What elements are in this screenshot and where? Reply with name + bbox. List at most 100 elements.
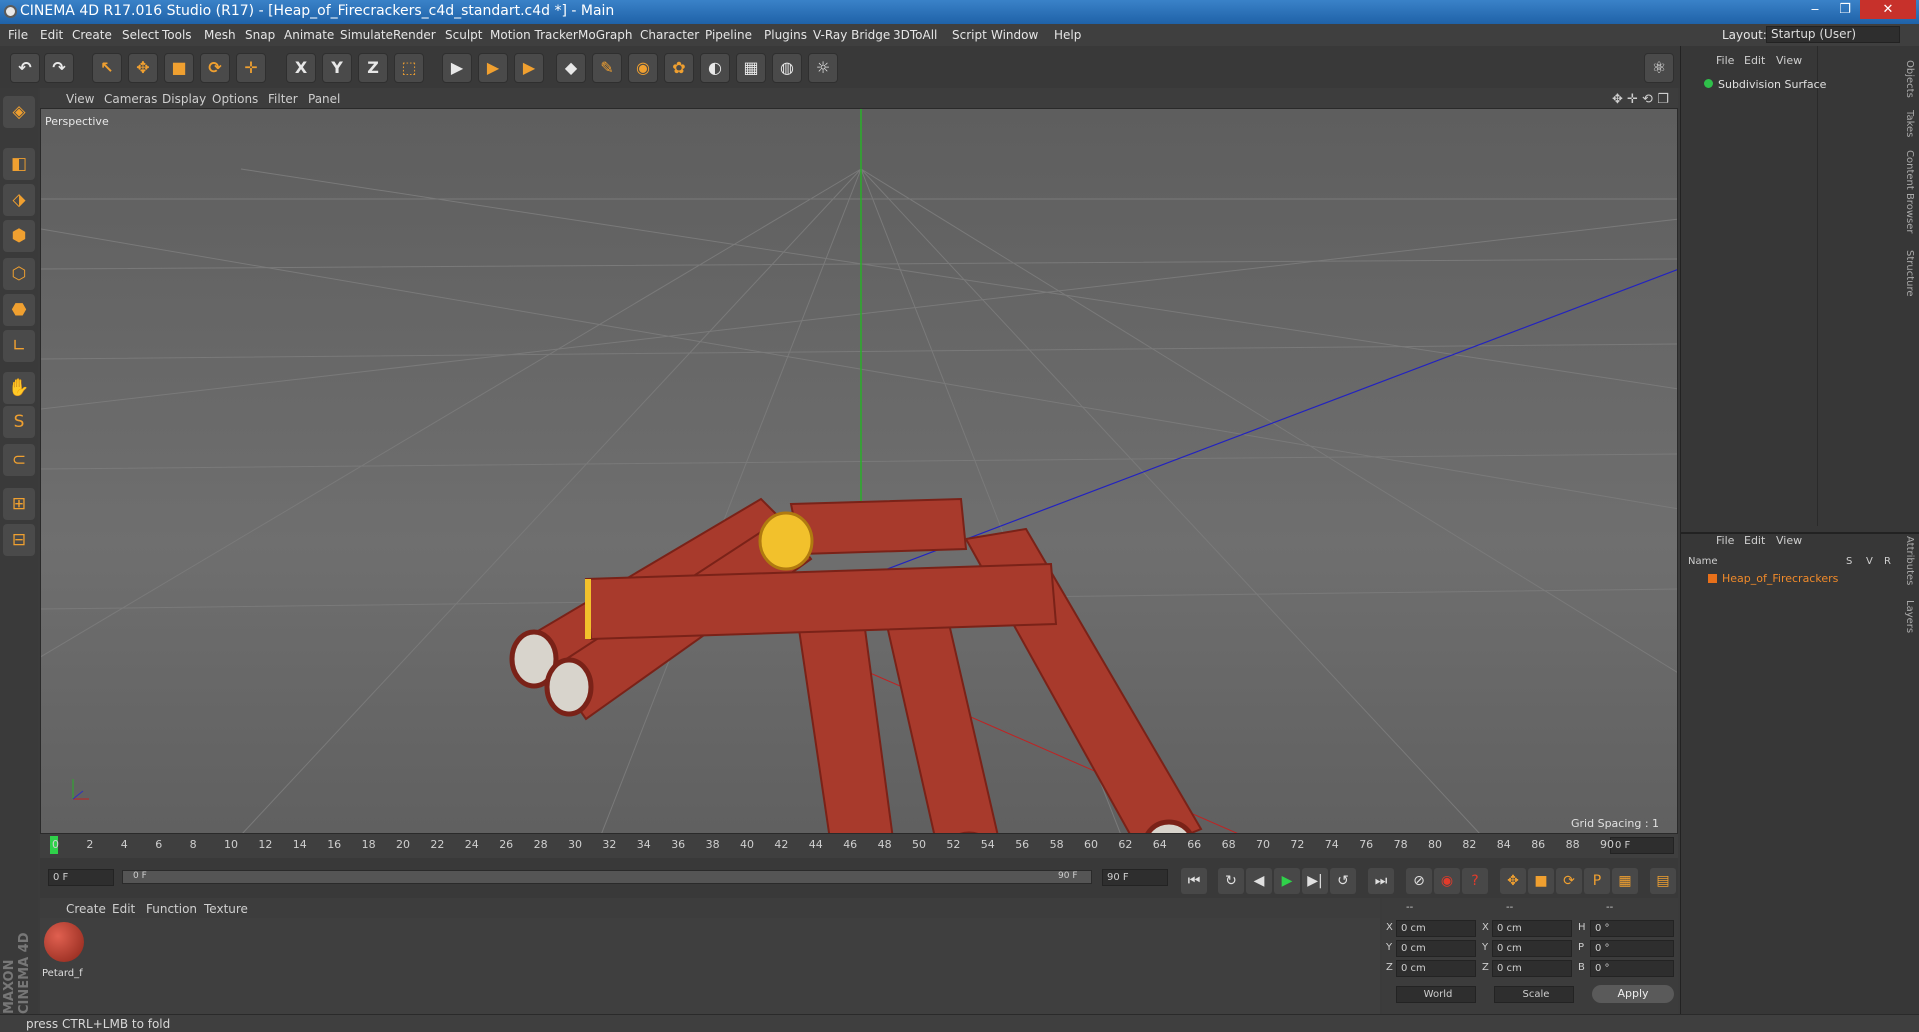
menu-snap[interactable]: Snap <box>245 28 275 42</box>
select-tool-button[interactable]: ↖ <box>92 53 122 83</box>
side-tab-takes[interactable]: Takes <box>1904 110 1915 137</box>
menu-script[interactable]: Script <box>952 28 987 42</box>
close-button[interactable]: ✕ <box>1860 0 1916 19</box>
maximize-button[interactable]: ❐ <box>1830 0 1860 19</box>
current-frame-field[interactable]: 0 F <box>1610 837 1674 854</box>
menu-simulate[interactable]: Simulate <box>340 28 393 42</box>
nurbs-generator-button[interactable]: ◉ <box>628 53 658 83</box>
minimize-button[interactable]: ‒ <box>1800 0 1830 19</box>
layers-menu-view[interactable]: View <box>1776 534 1802 547</box>
position-field[interactable]: 0 cm <box>1396 960 1476 977</box>
play-button[interactable]: ▶ <box>1274 868 1300 894</box>
menu-tools[interactable]: Tools <box>162 28 192 42</box>
light-button[interactable]: ☼ <box>808 53 838 83</box>
position-field[interactable]: 0 cm <box>1396 940 1476 957</box>
viewport-menu-options[interactable]: Options <box>212 92 258 106</box>
polygons-mode-icon[interactable]: ⬢ <box>3 220 35 252</box>
cube-primitive-button[interactable]: ◆ <box>556 53 586 83</box>
camera-button[interactable]: ◍ <box>772 53 802 83</box>
objects-menu-view[interactable]: View <box>1776 54 1802 67</box>
go-to-start-button[interactable]: ⏮ <box>1181 868 1207 894</box>
end-frame-field[interactable]: 90 F <box>1102 869 1168 886</box>
menu-character[interactable]: Character <box>640 28 699 42</box>
menu-select[interactable]: Select <box>122 28 159 42</box>
redo-button[interactable]: ↷ <box>44 53 74 83</box>
next-frame-button[interactable]: ▶| <box>1302 868 1328 894</box>
size-field[interactable]: 0 cm <box>1492 960 1572 977</box>
menu-sculpt[interactable]: Sculpt <box>445 28 482 42</box>
menu-plugins[interactable]: Plugins <box>764 28 807 42</box>
texture-mode-icon[interactable]: ⬣ <box>3 294 35 326</box>
viewport-menu-cameras[interactable]: Cameras <box>104 92 157 106</box>
menu-file[interactable]: File <box>8 28 28 42</box>
lock-icon[interactable]: ⊞ <box>3 488 35 520</box>
object-subdivision-surface[interactable]: Subdivision Surface <box>1718 78 1826 91</box>
menu-window[interactable]: Window <box>991 28 1038 42</box>
viewport-menu-view[interactable]: View <box>66 92 94 106</box>
timeline-ruler[interactable]: 0 F 0 2 4 6 8 10 12 14 16 18 20 22 24 26 28 30 32 34 36 38 4… <box>40 834 1678 858</box>
model-mode-icon[interactable]: ◈ <box>3 96 35 128</box>
layout-select[interactable]: Startup (User) <box>1766 26 1900 43</box>
magnet-icon[interactable]: ⊂ <box>3 444 35 476</box>
menu-motion-tracker[interactable]: Motion Tracker <box>490 28 578 42</box>
side-tab-structure[interactable]: Structure <box>1904 250 1915 297</box>
menu-pipeline[interactable]: Pipeline <box>705 28 752 42</box>
render-picture-viewer-button[interactable]: ▶ <box>478 53 508 83</box>
move-tool-button[interactable]: ✥ <box>128 53 158 83</box>
y-axis-lock-button[interactable]: Y <box>322 53 352 83</box>
rotate-key-button[interactable]: ⟳ <box>1556 868 1582 894</box>
material-menu-function[interactable]: Function <box>146 902 197 916</box>
transform-tool-button[interactable]: ✛ <box>236 53 266 83</box>
viewport[interactable]: Perspective Grid Spacing : 1 cm <box>40 108 1678 834</box>
scale-tool-button[interactable]: ■ <box>164 53 194 83</box>
menu-mesh[interactable]: Mesh <box>204 28 236 42</box>
viewport-scene[interactable] <box>41 109 1678 834</box>
render-view-button[interactable]: ▶ <box>442 53 472 83</box>
points-mode-icon[interactable]: ◧ <box>3 148 35 180</box>
material-thumbnail[interactable] <box>44 922 84 962</box>
position-field[interactable]: 0 cm <box>1396 920 1476 937</box>
rotation-field[interactable]: 0 ° <box>1590 960 1674 977</box>
viewport-menu-filter[interactable]: Filter <box>268 92 298 106</box>
firecracker-heap-model[interactable] <box>509 497 1203 834</box>
edges-mode-icon[interactable]: ⬗ <box>3 184 35 216</box>
start-frame-field[interactable]: 0 F <box>48 869 114 886</box>
frame-range-slider[interactable]: 0 F 90 F <box>122 870 1092 884</box>
render-settings-button[interactable]: ▶ <box>514 53 544 83</box>
menu-create[interactable]: Create <box>72 28 112 42</box>
z-axis-lock-button[interactable]: Z <box>358 53 388 83</box>
layers-menu-edit[interactable]: Edit <box>1744 534 1765 547</box>
help-button[interactable]: ? <box>1462 868 1488 894</box>
axis-mode-icon[interactable]: ∟ <box>3 330 35 362</box>
floor-button[interactable]: ▦ <box>736 53 766 83</box>
material-menu-edit[interactable]: Edit <box>112 902 135 916</box>
move-key-button[interactable]: ✥ <box>1500 868 1526 894</box>
workplane-icon[interactable]: ⊟ <box>3 524 35 556</box>
timeline-window-button[interactable]: ▤ <box>1650 868 1676 894</box>
side-tab-attributes[interactable]: Attributes <box>1904 536 1915 585</box>
rotation-field[interactable]: 0 ° <box>1590 920 1674 937</box>
menu-animate[interactable]: Animate <box>284 28 334 42</box>
record-off-icon[interactable]: ⊘ <box>1406 868 1432 894</box>
material-menu-texture[interactable]: Texture <box>204 902 248 916</box>
rotation-field[interactable]: 0 ° <box>1590 940 1674 957</box>
side-tab-layers[interactable]: Layers <box>1904 600 1915 633</box>
play-backwards-loop-button[interactable]: ↻ <box>1218 868 1244 894</box>
tweak-mode-icon[interactable]: ✋ <box>3 372 35 404</box>
objects-menu-edit[interactable]: Edit <box>1744 54 1765 67</box>
menu-render[interactable]: Render <box>393 28 436 42</box>
previous-frame-button[interactable]: ◀ <box>1246 868 1272 894</box>
material-menu-create[interactable]: Create <box>66 902 106 916</box>
pla-key-button[interactable]: ▦ <box>1612 868 1638 894</box>
viewport-nav-icons[interactable]: ✥ ✛ ⟲ ❐ <box>1612 92 1669 107</box>
coordinate-system-button[interactable]: ⬚ <box>394 53 424 83</box>
deformer-button[interactable]: ◐ <box>700 53 730 83</box>
x-axis-lock-button[interactable]: X <box>286 53 316 83</box>
rotate-tool-button[interactable]: ⟳ <box>200 53 230 83</box>
coordinate-space-select[interactable]: World <box>1396 986 1476 1003</box>
go-to-end-button[interactable]: ⏭ <box>1368 868 1394 894</box>
undo-button[interactable]: ↶ <box>10 53 40 83</box>
side-tab-objects[interactable]: Objects <box>1904 60 1915 98</box>
objects-menu-file[interactable]: File <box>1716 54 1734 67</box>
loop-button[interactable]: ↺ <box>1330 868 1356 894</box>
